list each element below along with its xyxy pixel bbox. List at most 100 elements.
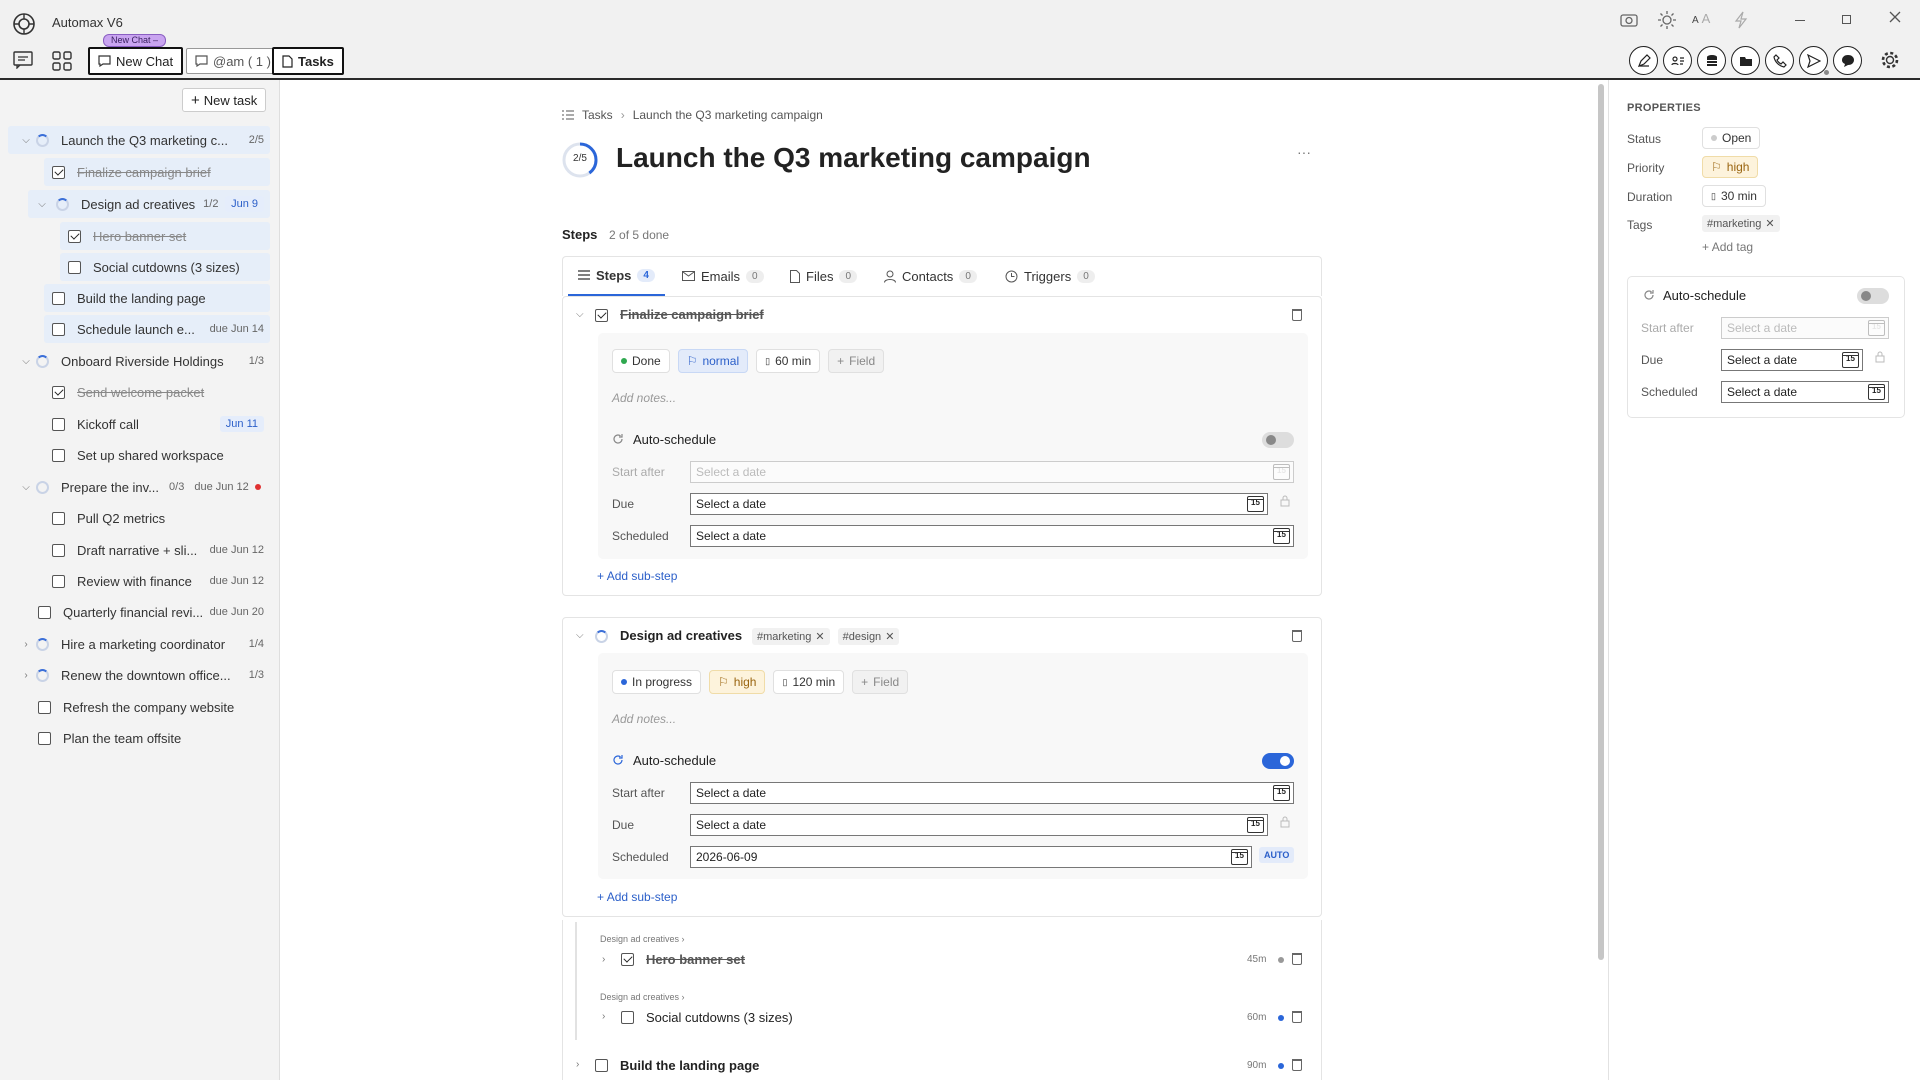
- checkbox[interactable]: [52, 543, 65, 557]
- chevron-down-icon[interactable]: ⌵: [20, 356, 32, 367]
- brightness-icon[interactable]: [1657, 10, 1677, 30]
- checkbox[interactable]: [38, 731, 51, 745]
- screenshot-icon[interactable]: [1620, 12, 1638, 28]
- message-icon[interactable]: [1833, 46, 1862, 75]
- main-scrollbar[interactable]: [1598, 84, 1604, 960]
- tree-item-quarterly-review[interactable]: Quarterly financial revi... due Jun 20: [30, 598, 270, 626]
- add-sub-step-button[interactable]: + Add sub-step: [597, 890, 677, 904]
- start-after-input[interactable]: Select a date 15: [690, 461, 1294, 483]
- checkbox[interactable]: [52, 291, 65, 305]
- tree-item-kickoff-call[interactable]: Kickoff call Jun 11: [44, 410, 270, 438]
- checkbox[interactable]: [38, 605, 51, 619]
- due-input[interactable]: Select a date 15: [690, 814, 1268, 836]
- tree-item-pull-q2[interactable]: Pull Q2 metrics: [44, 504, 270, 532]
- priority-chip[interactable]: ⚐ high: [1702, 156, 1759, 178]
- trash-icon[interactable]: [1292, 953, 1302, 965]
- duration-chip[interactable]: ▯ 60 min: [756, 349, 821, 373]
- trash-icon[interactable]: [1292, 309, 1302, 321]
- chevron-down-icon[interactable]: ⌵: [20, 482, 32, 493]
- tree-item-review-finance[interactable]: Review with finance due Jun 12: [44, 567, 270, 595]
- tree-item-finalize-brief[interactable]: Finalize campaign brief: [44, 158, 270, 186]
- lock-icon[interactable]: [1280, 816, 1290, 828]
- new-task-button[interactable]: + New task: [182, 88, 267, 112]
- auto-schedule-toggle[interactable]: [1262, 432, 1294, 448]
- checkbox[interactable]: [52, 574, 65, 588]
- maximize-icon[interactable]: [1842, 15, 1851, 24]
- checkbox[interactable]: [68, 229, 81, 243]
- lock-icon[interactable]: [1280, 495, 1290, 507]
- tree-item-landing-page[interactable]: Build the landing page: [44, 284, 270, 312]
- chevron-right-icon[interactable]: ›: [20, 639, 32, 650]
- checkbox[interactable]: [52, 448, 65, 462]
- trash-icon[interactable]: [1292, 630, 1302, 642]
- database-icon[interactable]: [1697, 46, 1726, 75]
- trash-icon[interactable]: [1292, 1011, 1302, 1023]
- scheduled-input[interactable]: Select a date 15: [1721, 381, 1889, 403]
- settings-gear-icon[interactable]: [1879, 49, 1901, 71]
- checkbox[interactable]: [52, 165, 65, 179]
- checkbox[interactable]: [52, 511, 65, 525]
- calendar-icon[interactable]: 15: [1247, 817, 1264, 833]
- trash-icon[interactable]: [1292, 1059, 1302, 1071]
- add-field-chip[interactable]: + Field: [852, 670, 909, 694]
- status-chip[interactable]: Done: [612, 349, 670, 373]
- breadcrumb-tasks[interactable]: Tasks: [582, 108, 613, 122]
- tree-item-draft-narrative[interactable]: Draft narrative + sli... due Jun 12: [44, 536, 270, 564]
- scheduled-input[interactable]: Select a date 15: [690, 525, 1294, 547]
- tree-item-renew-office[interactable]: › Renew the downtown office... 1/3: [8, 661, 270, 689]
- chevron-right-icon[interactable]: ›: [602, 1011, 605, 1022]
- tree-item-prepare-inv[interactable]: ⌵ Prepare the inv... 0/3 due Jun 12: [8, 473, 270, 501]
- font-size-icon[interactable]: A A: [1692, 11, 1710, 26]
- tab-steps[interactable]: Steps 4: [568, 256, 665, 296]
- step-checkbox[interactable]: [595, 309, 608, 322]
- priority-chip[interactable]: ⚐ high: [709, 670, 766, 694]
- substep-checkbox[interactable]: [621, 1011, 634, 1024]
- calendar-icon[interactable]: 15: [1273, 528, 1290, 544]
- scheduled-input[interactable]: 2026-06-09 15: [690, 846, 1252, 868]
- mentions-button[interactable]: @am ( 1 ): [186, 48, 280, 74]
- close-icon[interactable]: [1889, 11, 1901, 23]
- calendar-icon[interactable]: 15: [1868, 384, 1885, 400]
- checkbox[interactable]: [38, 700, 51, 714]
- checkbox[interactable]: [52, 322, 65, 336]
- calendar-icon[interactable]: 15: [1273, 464, 1290, 480]
- status-chip[interactable]: In progress: [612, 670, 702, 694]
- substep-title[interactable]: Social cutdowns (3 sizes): [646, 1010, 793, 1025]
- tree-item-social-cutdowns[interactable]: Social cutdowns (3 sizes): [60, 253, 270, 281]
- close-icon[interactable]: ✕: [885, 630, 894, 643]
- tab-triggers[interactable]: Triggers 0: [1005, 256, 1095, 296]
- more-options-button[interactable]: ···: [1297, 144, 1311, 160]
- tab-contacts[interactable]: Contacts 0: [884, 256, 977, 296]
- duration-chip[interactable]: ▯ 30 min: [1702, 185, 1766, 207]
- step-checkbox[interactable]: [595, 1059, 608, 1072]
- new-chat-button[interactable]: New Chat: [88, 47, 184, 75]
- priority-chip[interactable]: ⚐ normal: [677, 349, 749, 373]
- calendar-icon[interactable]: 15: [1247, 496, 1264, 512]
- auto-schedule-toggle[interactable]: [1857, 288, 1889, 304]
- tree-item-shared-workspace[interactable]: Set up shared workspace: [44, 441, 270, 469]
- checkbox[interactable]: [52, 385, 65, 399]
- pen-icon[interactable]: [1629, 46, 1658, 75]
- calendar-icon[interactable]: 15: [1231, 849, 1248, 865]
- chevron-down-icon[interactable]: ⌵: [576, 630, 584, 641]
- start-after-input[interactable]: Select a date 15: [690, 782, 1294, 804]
- status-chip[interactable]: Open: [1702, 127, 1761, 149]
- lock-icon[interactable]: [1875, 351, 1885, 363]
- tab-emails[interactable]: Emails 0: [682, 256, 764, 296]
- calendar-icon[interactable]: 15: [1273, 785, 1290, 801]
- tasks-tab-button[interactable]: Tasks: [272, 47, 344, 75]
- due-input[interactable]: Select a date 15: [690, 493, 1268, 515]
- close-icon[interactable]: ✕: [815, 630, 824, 643]
- substep-checkbox[interactable]: [621, 953, 634, 966]
- minimize-icon[interactable]: [1795, 20, 1805, 21]
- start-after-input[interactable]: Select a date 15: [1721, 317, 1889, 339]
- tree-item-design-ad[interactable]: ⌵ Design ad creatives 1/2 Jun 9: [28, 190, 270, 218]
- notes-input[interactable]: Add notes...: [612, 712, 676, 726]
- chevron-right-icon[interactable]: ›: [576, 1059, 579, 1070]
- bolt-icon[interactable]: [1734, 11, 1748, 29]
- due-input[interactable]: Select a date 15: [1721, 349, 1863, 371]
- tree-item-schedule-launch[interactable]: Schedule launch e... due Jun 14: [44, 315, 270, 343]
- tree-item-hero-banner[interactable]: Hero banner set: [60, 222, 270, 250]
- tab-files[interactable]: Files 0: [790, 256, 858, 296]
- add-field-chip[interactable]: + Field: [828, 349, 885, 373]
